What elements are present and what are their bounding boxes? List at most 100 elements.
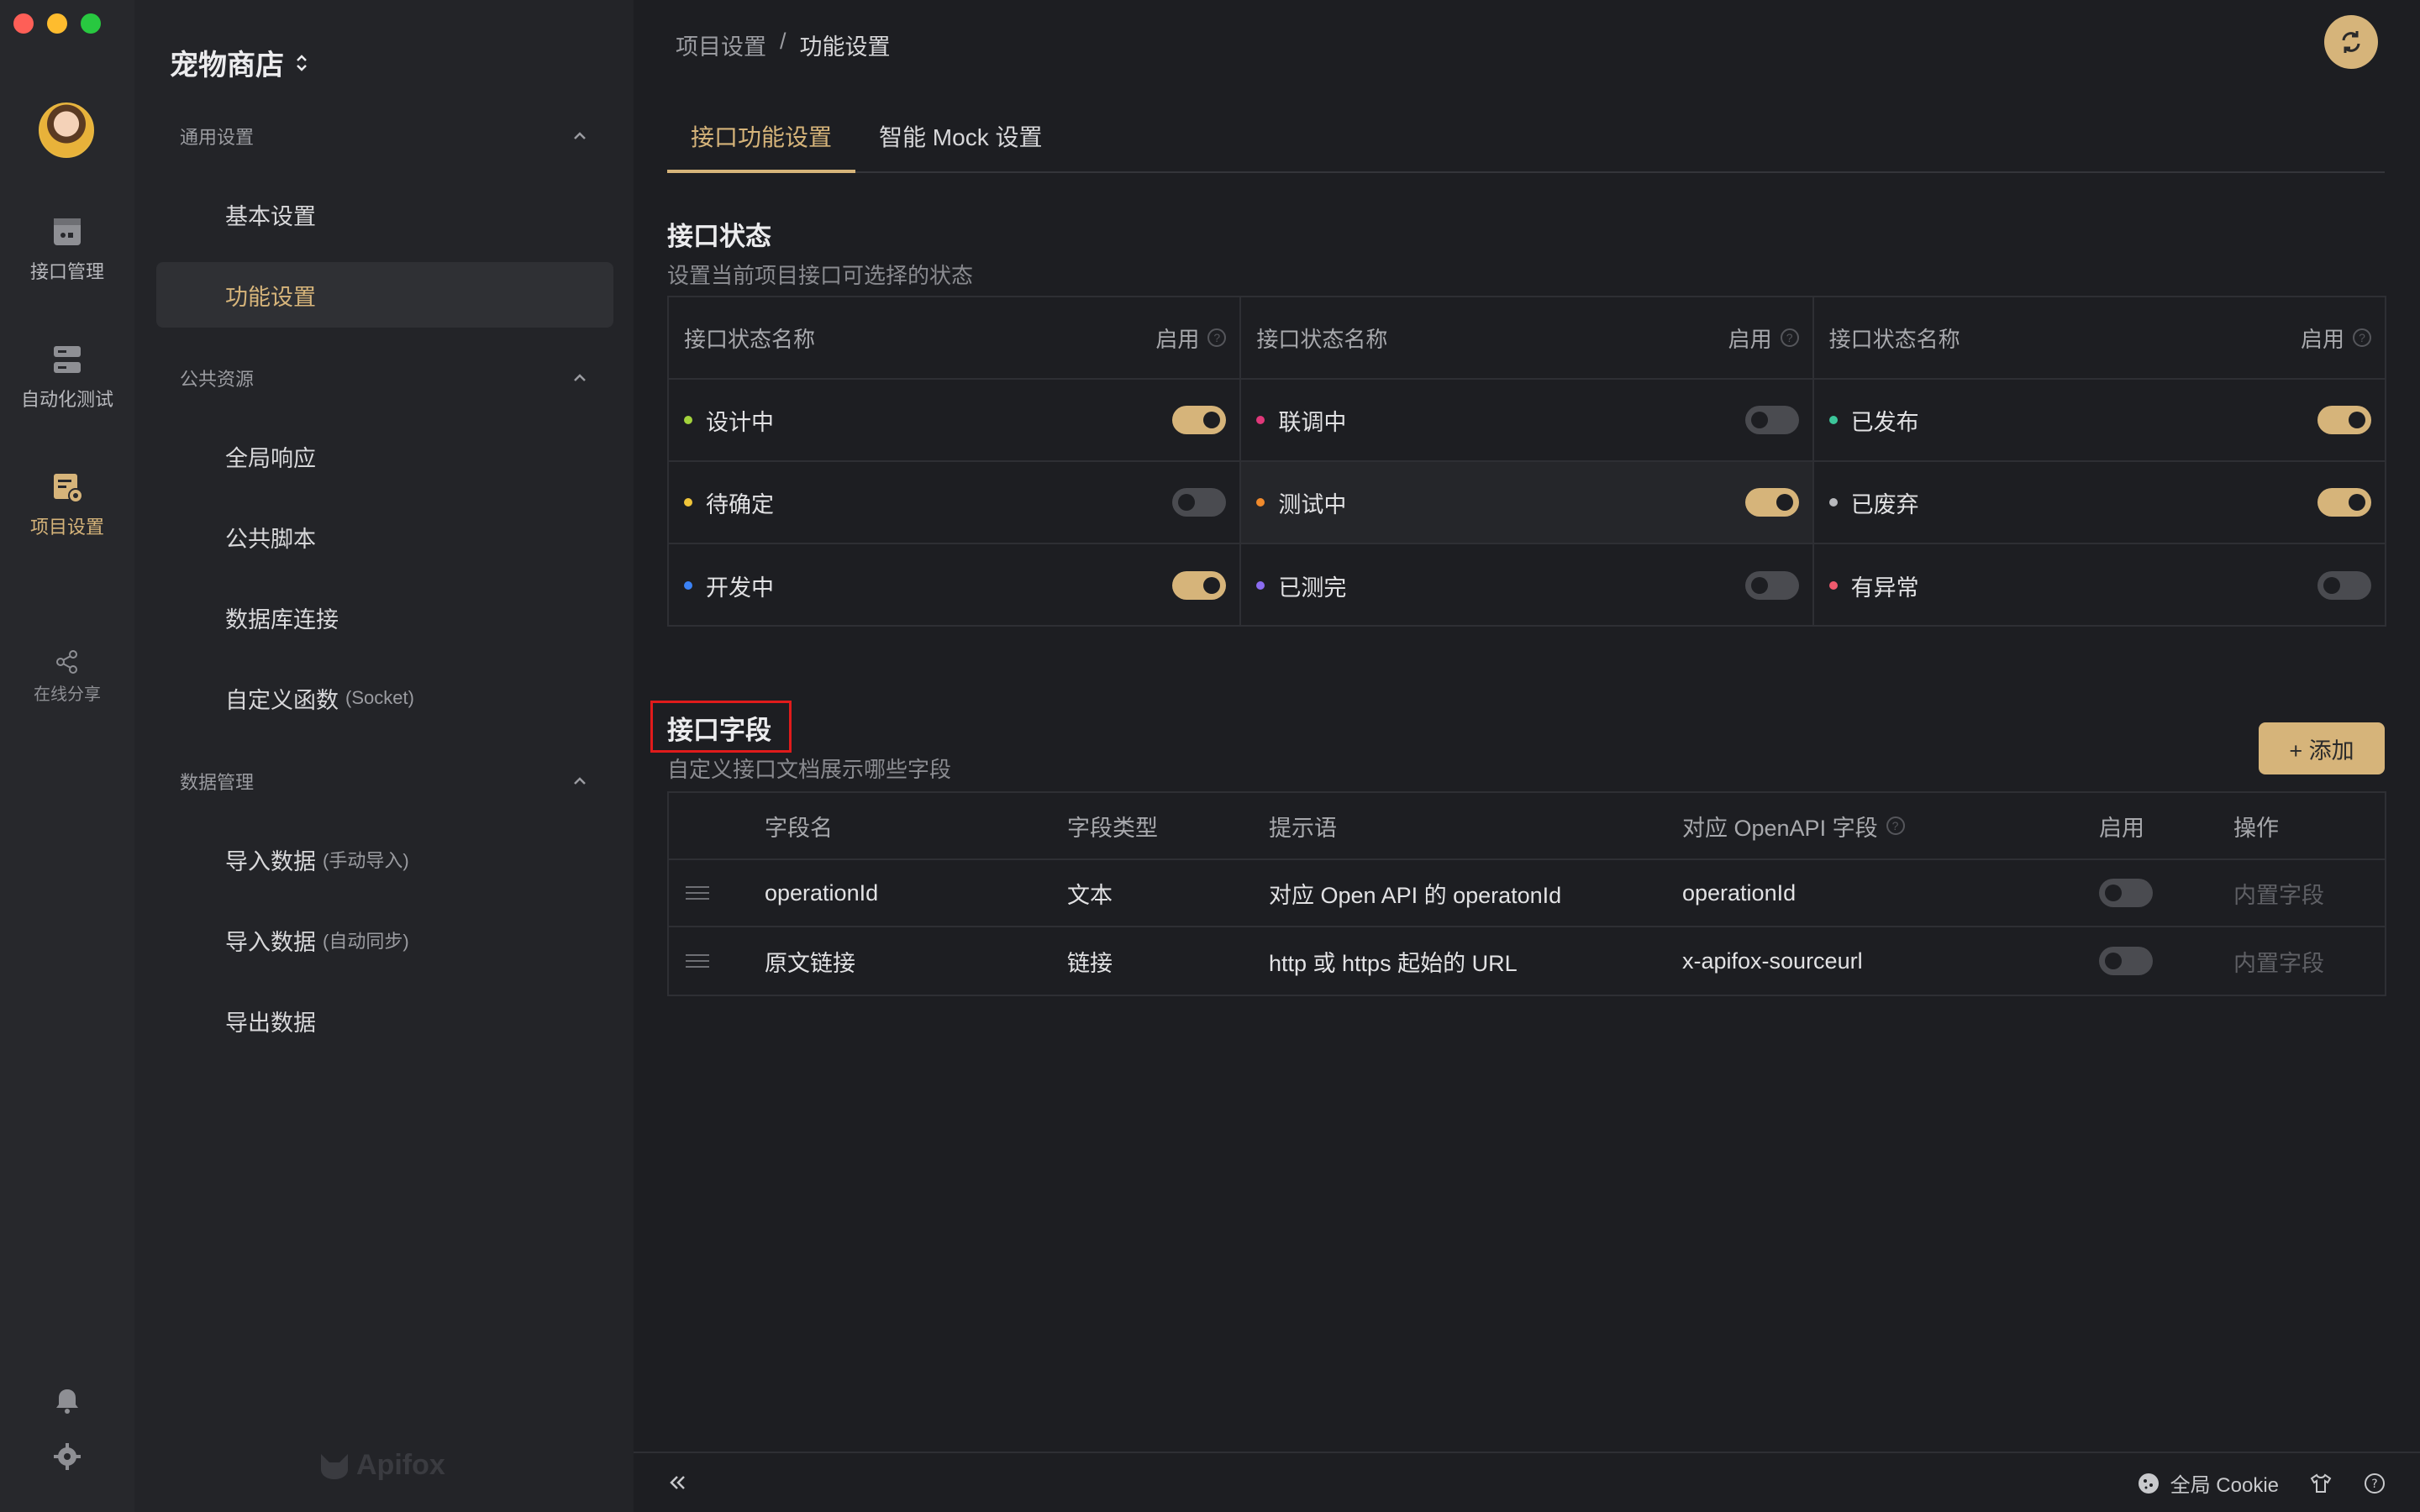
status-toggle[interactable]	[1744, 406, 1799, 434]
drag-handle-icon[interactable]	[686, 953, 709, 969]
nav-public-script[interactable]: 公共脚本	[156, 504, 613, 570]
nav-custom-function[interactable]: 自定义函数 (Socket)	[156, 665, 613, 731]
status-header-row: 接口状态名称 启用?	[669, 297, 1240, 380]
status-row: 开发中	[669, 544, 1239, 627]
apifox-logo-icon	[321, 1453, 348, 1479]
sync-button[interactable]	[2324, 15, 2378, 69]
bell-icon[interactable]	[52, 1386, 82, 1416]
help-icon[interactable]: ?	[2352, 328, 2371, 347]
rail-label: 自动化测试	[20, 389, 113, 410]
status-toggle[interactable]	[1744, 571, 1799, 600]
status-dot	[1828, 416, 1838, 424]
field-toggle[interactable]	[2099, 879, 2153, 907]
enabled-header: 启用	[1728, 326, 1772, 352]
automation-test-icon	[54, 346, 81, 373]
table-row: operationId 文本 对应 Open API 的 operatonId …	[669, 860, 2385, 927]
status-toggle[interactable]	[2317, 488, 2371, 517]
nav-import-manual[interactable]: 导入数据 (手动导入)	[156, 827, 613, 892]
maximize-window-button[interactable]	[81, 13, 101, 34]
status-column: 接口状态名称 启用? 已发布 已废弃 有异常	[1813, 297, 2385, 625]
settings-sidebar: 宠物商店 通用设置 基本设置 功能设置 公共资源 全局响应 公共脚本 数据库连接…	[134, 0, 634, 1512]
chevron-up-icon	[574, 132, 586, 139]
window-controls	[13, 13, 101, 34]
sync-icon	[2342, 31, 2360, 53]
status-bar: 全局 Cookie ?	[634, 1452, 2420, 1512]
status-toggle[interactable]	[1172, 406, 1227, 434]
field-name-header: 字段名	[765, 815, 833, 841]
breadcrumb: 项目设置 / 功能设置	[676, 29, 891, 61]
drag-handle-icon[interactable]	[686, 885, 709, 901]
status-toggle[interactable]	[1172, 571, 1227, 600]
fields-section-title: 接口字段	[667, 716, 771, 745]
group-data-management[interactable]: 数据管理	[180, 768, 588, 795]
field-type-header: 字段类型	[1067, 815, 1158, 841]
breadcrumb-project-settings[interactable]: 项目设置	[676, 29, 766, 61]
status-table: 接口状态名称 启用? 设计中 待确定 开发中 接口状态名称 启用? 联调中 测试…	[667, 296, 2386, 627]
help-icon[interactable]: ?	[2363, 1472, 2386, 1495]
status-toggle[interactable]	[1172, 488, 1227, 517]
tab-api-feature-settings[interactable]: 接口功能设置	[667, 109, 856, 173]
cookie-icon	[2138, 1473, 2159, 1494]
nav-basic-settings[interactable]: 基本设置	[156, 181, 613, 247]
status-toggle[interactable]	[2317, 571, 2371, 600]
group-public-resources[interactable]: 公共资源	[180, 365, 588, 391]
help-icon[interactable]: ?	[1780, 328, 1799, 347]
status-header-row: 接口状态名称 启用?	[1813, 297, 2385, 380]
rail-item-automation-test[interactable]: 自动化测试	[0, 343, 134, 412]
project-switcher[interactable]: 宠物商店	[170, 42, 309, 83]
gear-icon[interactable]	[52, 1441, 82, 1472]
collapse-icon[interactable]	[664, 1470, 689, 1495]
close-window-button[interactable]	[13, 13, 34, 34]
status-toggle[interactable]	[1744, 488, 1799, 517]
help-icon[interactable]: ?	[1207, 328, 1227, 347]
status-column: 接口状态名称 启用? 设计中 待确定 开发中	[669, 297, 1242, 627]
nav-export-data[interactable]: 导出数据	[156, 988, 613, 1053]
enabled-header: 启用	[2300, 326, 2344, 352]
settings-tabs: 接口功能设置 智能 Mock 设置	[667, 109, 2385, 173]
status-section-title: 接口状态	[667, 222, 771, 251]
help-icon[interactable]: ?	[1886, 816, 1905, 835]
share-icon	[56, 650, 77, 674]
project-settings-icon	[54, 474, 83, 503]
avatar[interactable]	[39, 102, 94, 158]
apifox-watermark: Apifox	[318, 1449, 445, 1482]
status-dot	[1256, 416, 1265, 424]
status-dot	[1256, 581, 1265, 590]
rail-item-share[interactable]: 在线分享	[0, 648, 134, 705]
field-toggle[interactable]	[2099, 947, 2153, 975]
openapi-field-header: 对应 OpenAPI 字段	[1682, 815, 1878, 841]
status-dot	[684, 416, 692, 424]
icon-rail: 接口管理 自动化测试 项目设置 在线分享	[0, 0, 134, 1512]
status-name: 设计中	[706, 409, 774, 435]
nav-database-connection[interactable]: 数据库连接	[156, 585, 613, 650]
shirt-icon[interactable]	[2309, 1472, 2333, 1495]
status-row: 设计中	[669, 380, 1240, 462]
status-name-header: 接口状态名称	[684, 326, 816, 352]
field-hint: 对应 Open API 的 operatonId	[1269, 882, 1562, 908]
status-name: 待确定	[706, 491, 774, 517]
rail-item-api-management[interactable]: 接口管理	[0, 215, 134, 284]
actions-header: 操作	[2233, 815, 2279, 841]
add-field-button[interactable]: + 添加	[2259, 722, 2385, 774]
status-toggle[interactable]	[2317, 406, 2371, 434]
tab-smart-mock-settings[interactable]: 智能 Mock 设置	[855, 109, 1065, 173]
minimize-window-button[interactable]	[47, 13, 67, 34]
status-name: 联调中	[1278, 409, 1347, 435]
chevron-up-icon	[574, 777, 586, 785]
status-name: 已发布	[1850, 409, 1919, 435]
rail-label: 在线分享	[34, 685, 101, 704]
nav-feature-settings[interactable]: 功能设置	[156, 262, 613, 328]
group-general[interactable]: 通用设置	[180, 123, 588, 150]
status-dot	[684, 581, 692, 590]
global-cookie-button[interactable]: 全局 Cookie	[2137, 1468, 2279, 1498]
builtin-field-label: 内置字段	[2233, 882, 2324, 908]
status-dot	[1828, 498, 1838, 507]
field-type: 文本	[1067, 882, 1113, 908]
table-row: 原文链接 链接 http 或 https 起始的 URL x-apifox-so…	[669, 927, 2385, 995]
breadcrumb-current: 功能设置	[799, 34, 891, 60]
field-hint: http 或 https 起始的 URL	[1269, 950, 1518, 976]
rail-item-project-settings[interactable]: 项目设置	[0, 470, 134, 539]
nav-import-sync[interactable]: 导入数据 (自动同步)	[156, 907, 613, 973]
nav-global-response[interactable]: 全局响应	[156, 423, 613, 489]
field-hint-header: 提示语	[1269, 815, 1337, 841]
